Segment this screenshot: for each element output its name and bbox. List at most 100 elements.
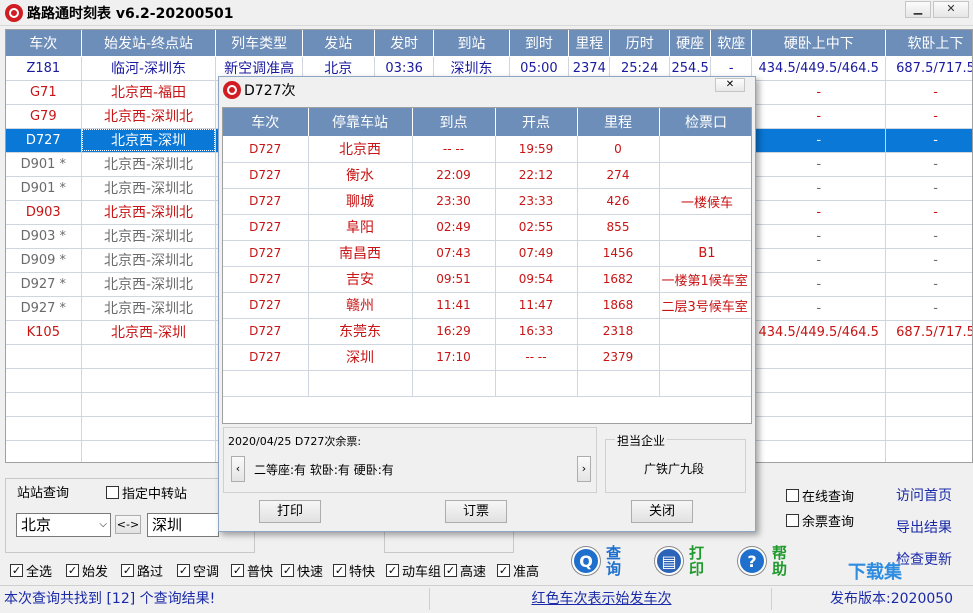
query-button[interactable]: Q 查询 [572,545,622,577]
filter-checkbox[interactable]: ✓ 空调 [177,561,219,580]
table-cell: - [751,248,887,273]
close-window-button[interactable]: ✕ [933,1,969,18]
dialog-print-button[interactable]: 打印 [259,500,321,523]
title-bar: 路路通时刻表 v6.2-20200501 ▁ ✕ [0,0,973,26]
checkbox-box[interactable]: ✓ [10,564,23,577]
stop-row[interactable]: D727 南昌西 07:43 07:49 1456 B1 [223,240,751,267]
from-station-value: 北京 [21,516,52,534]
stop-row[interactable]: D727 吉安 09:51 09:54 1682 一楼第1候车室 [223,266,751,293]
filter-checkbox[interactable]: ✓ 动车组 [386,561,441,580]
minimize-button[interactable]: ▁ [905,1,931,18]
filter-label: 普快 [247,565,274,580]
checkbox-box[interactable]: ✓ [444,564,457,577]
swap-stations-button[interactable]: <-> [115,515,141,534]
table-cell: D901 * [6,152,82,177]
filter-checkbox[interactable]: ✓ 准高 [497,561,539,580]
grid-header-cell[interactable]: 到站 [433,30,510,57]
dialog-close-button[interactable]: 关闭 [631,500,693,523]
filter-checkbox[interactable]: ✓ 路过 [121,561,163,580]
update-link[interactable]: 检查更新 [896,549,952,569]
print-button[interactable]: ▤ 打印 [655,545,705,577]
checkbox-box[interactable]: ✓ [177,564,190,577]
empty-cell [885,416,972,441]
stop-cell [659,214,751,241]
stop-row[interactable]: D727 赣州 11:41 11:47 1868 二层3号候车室 [223,292,751,319]
filter-checkbox[interactable]: ✓ 特快 [333,561,375,580]
empty-cell [6,344,82,369]
search-icon: Q [572,547,600,575]
filter-label: 空调 [193,565,220,580]
checkbox-box[interactable]: ✓ [333,564,346,577]
table-cell: - [751,152,887,177]
stop-row[interactable]: D727 深圳 17:10 -- -- 2379 [223,344,751,371]
next-arrow-button[interactable]: › [577,456,591,482]
filter-checkbox[interactable]: ✓ 高速 [444,561,486,580]
table-cell: - [885,176,972,201]
grid-header-cell[interactable]: 硬卧上中下 [751,30,887,57]
to-station-select[interactable]: 深圳 [147,513,219,537]
checkbox-box[interactable]: ✓ [121,564,134,577]
to-station-value: 深圳 [152,516,183,534]
empty-row [223,370,751,397]
stop-row[interactable]: D727 阜阳 02:49 02:55 855 [223,214,751,241]
stop-cell: 07:43 [412,240,496,267]
filter-checkbox[interactable]: ✓ 普快 [231,561,273,580]
grid-header-cell[interactable]: 历时 [609,30,671,57]
checkbox-box[interactable]: ✓ [66,564,79,577]
prev-arrow-button[interactable]: ‹ [231,456,245,482]
grid-header-cell[interactable]: 发时 [374,30,435,57]
from-station-select[interactable]: 北京 ⌵ [16,513,111,537]
stop-cell: 吉安 [308,266,413,293]
stop-cell: 二层3号候车室 [659,292,751,319]
stop-row[interactable]: D727 衡水 22:09 22:12 274 [223,162,751,189]
online-query-box[interactable] [786,489,799,502]
stop-cell: 11:41 [412,292,496,319]
stop-row[interactable]: D727 北京西 -- -- 19:59 0 [223,136,751,163]
filter-label: 始发 [82,565,109,580]
export-link[interactable]: 导出结果 [896,517,952,537]
remaining-query-checkbox[interactable]: 余票查询 [786,511,854,530]
table-cell: D727 [6,128,82,153]
remaining-query-box[interactable] [786,514,799,527]
filter-label: 快速 [297,565,324,580]
grid-header-cell[interactable]: 车次 [6,30,82,57]
dialog-order-button[interactable]: 订票 [445,500,507,523]
empty-cell [659,370,751,397]
watermark-logo: 下载集 [848,562,902,583]
stop-cell: -- -- [412,136,496,163]
home-link[interactable]: 访问首页 [896,485,952,505]
table-cell: - [751,272,887,297]
grid-header-cell[interactable]: 列车类型 [215,30,303,57]
grid-header-cell[interactable]: 软卧上下 [885,30,972,57]
grid-header-cell[interactable]: 到时 [509,30,570,57]
filter-checkbox[interactable]: ✓ 始发 [66,561,108,580]
table-cell: - [885,296,972,321]
grid-header-cell[interactable]: 发站 [302,30,375,57]
grid-header-cell[interactable]: 硬座 [669,30,712,57]
stop-row[interactable]: D727 东莞东 16:29 16:33 2318 [223,318,751,345]
stop-cell: 23:33 [495,188,578,215]
dialog-close-icon[interactable]: ✕ [715,78,745,92]
checkbox-box[interactable]: ✓ [497,564,510,577]
help-button[interactable]: ? 帮助 [738,545,788,577]
checkbox-box[interactable]: ✓ [231,564,244,577]
checkbox-box[interactable]: ✓ [386,564,399,577]
filter-checkbox[interactable]: ✓ 快速 [281,561,323,580]
grid-header-row: 车次 始发站-终点站 列车类型 发站 发时 到站 到时 里程 历时 硬座 软座 硬卧上中下 软卧上下 [6,30,972,57]
company-title: 担当企业 [615,432,668,449]
stop-cell: 16:33 [495,318,578,345]
empty-cell [885,368,972,393]
stop-cell: 855 [577,214,660,241]
stop-cell [659,136,751,163]
grid-header-cell[interactable]: 软座 [710,30,753,57]
grid-header-cell[interactable]: 里程 [568,30,611,57]
stop-row[interactable]: D727 聊城 23:30 23:33 426 一楼候车 [223,188,751,215]
transfer-checkbox[interactable]: 指定中转站 [106,483,187,502]
grid-header-cell[interactable]: 始发站-终点站 [81,30,217,57]
stops-header-cell: 检票口 [659,108,751,136]
online-query-checkbox[interactable]: 在线查询 [786,486,854,505]
stops-header-cell: 开点 [495,108,578,136]
transfer-checkbox-box[interactable] [106,486,119,499]
checkbox-box[interactable]: ✓ [281,564,294,577]
filter-checkbox[interactable]: ✓ 全选 [10,561,52,580]
